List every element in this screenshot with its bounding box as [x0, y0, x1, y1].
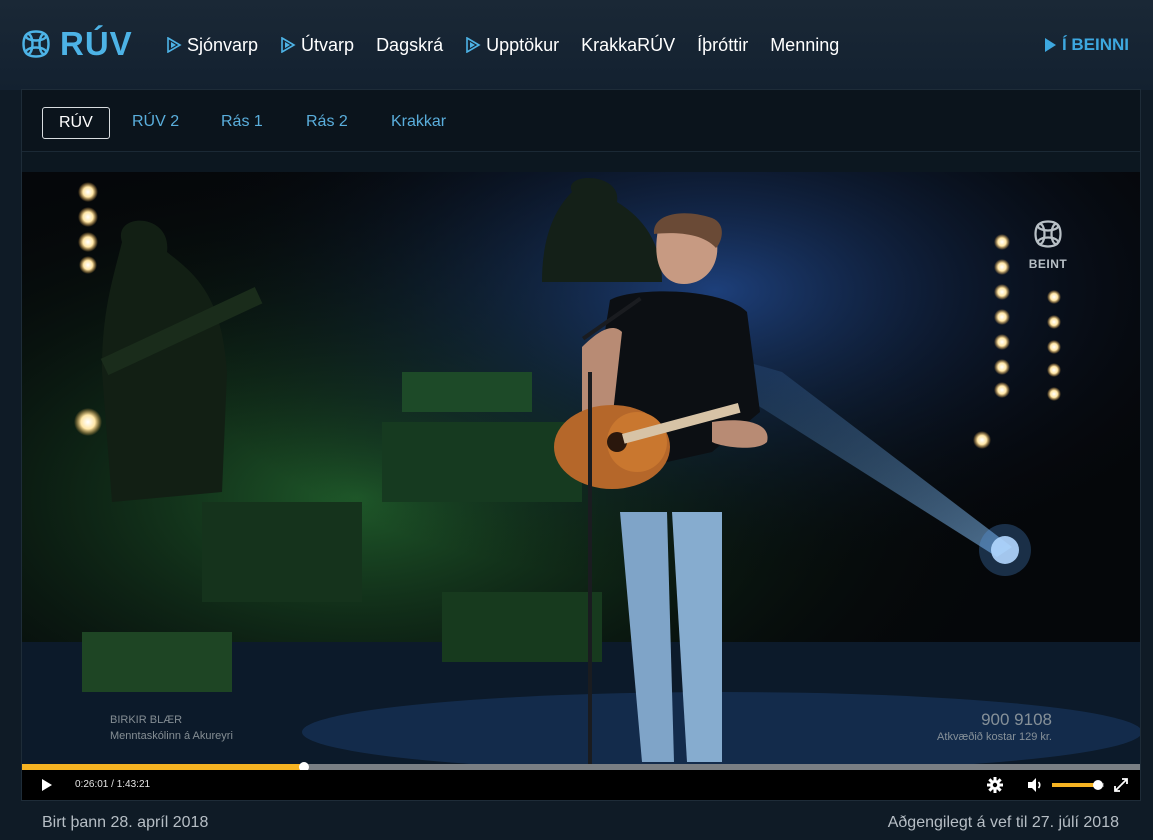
tab-krakkar[interactable]: Krakkar — [375, 107, 462, 139]
ruv-logo[interactable]: RÚV — [20, 25, 133, 62]
live-label: Í BEINNI — [1061, 35, 1129, 54]
play-icon — [167, 37, 182, 53]
volume-handle[interactable] — [1092, 780, 1103, 790]
ruv-bug-icon — [1034, 220, 1062, 248]
video-player[interactable]: BEINT BIRKIR BLÆR Menntaskólinn á Akurey… — [22, 172, 1140, 800]
current-time: 0:26:01 — [75, 779, 109, 790]
main-nav: Sjónvarp Útvarp Dagskrá Upptökur KrakkaR… — [166, 30, 861, 60]
tab-ras-2[interactable]: Rás 2 — [290, 107, 364, 139]
logo-text: RÚV — [60, 25, 133, 62]
video-frame — [22, 172, 1140, 764]
nav-label: Sjónvarp — [187, 34, 259, 55]
volume-slider[interactable] — [1052, 780, 1104, 790]
available-until: Aðgengilegt á vef til 27. júlí 2018 — [887, 814, 1119, 831]
channel-tabs: RÚV RÚV 2 Rás 1 Rás 2 Krakkar — [22, 90, 1140, 152]
tab-ruv-2[interactable]: RÚV 2 — [116, 107, 195, 139]
performer-school: Menntaskólinn á Akureyri — [110, 730, 233, 742]
nav-item-ithrottir[interactable]: Íþróttir — [697, 35, 748, 56]
time-display: 0:26:01 / 1:43:21 — [75, 779, 150, 790]
time-separator: / — [108, 779, 117, 790]
live-bug-text: BEINT — [1028, 257, 1068, 271]
volume-fill — [1052, 783, 1098, 787]
nav-label: Upptökur — [486, 34, 560, 55]
tab-ras-1[interactable]: Rás 1 — [205, 107, 279, 139]
duration: 1:43:21 — [116, 779, 151, 790]
volume-icon[interactable] — [1025, 775, 1045, 795]
nav-item-utvarp[interactable]: Útvarp — [280, 35, 354, 56]
player-controls: 0:26:01 / 1:43:21 — [22, 770, 1140, 800]
vote-cost: Atkvæðið kostar 129 kr. — [937, 731, 1052, 743]
nav-label: KrakkaRÚV — [581, 34, 676, 55]
nav-item-upptokur[interactable]: Upptökur — [465, 35, 559, 56]
nav-label: Menning — [770, 34, 840, 55]
tab-ruv[interactable]: RÚV — [42, 107, 110, 139]
published-date: Birt þann 28. apríl 2018 — [42, 814, 209, 831]
nav-item-krakkaruv[interactable]: KrakkaRÚV — [581, 35, 675, 56]
live-link[interactable]: Í BEINNI — [1044, 35, 1129, 55]
performer-caption: BIRKIR BLÆR Menntaskólinn á Akureyri — [110, 712, 233, 744]
play-icon — [281, 37, 296, 53]
nav-label: Íþróttir — [697, 34, 749, 55]
play-icon — [466, 37, 481, 53]
live-channel-bug: BEINT — [1028, 218, 1068, 271]
fullscreen-icon[interactable] — [1111, 775, 1131, 795]
vote-number: 900 9108 — [981, 710, 1052, 729]
vote-caption: 900 9108 Atkvæðið kostar 129 kr. — [937, 710, 1052, 744]
play-icon[interactable] — [36, 775, 56, 795]
top-navigation-bar: RÚV Sjónvarp Útvarp Dagskrá Upptökur Kra… — [0, 0, 1153, 90]
nav-item-sjonvarp[interactable]: Sjónvarp — [166, 35, 258, 56]
nav-item-menning[interactable]: Menning — [770, 35, 839, 56]
ruv-logo-icon — [22, 30, 50, 58]
nav-label: Útvarp — [301, 34, 355, 55]
nav-item-dagskra[interactable]: Dagskrá — [376, 35, 443, 56]
nav-label: Dagskrá — [376, 34, 444, 55]
gear-icon[interactable] — [985, 775, 1005, 795]
performer-name: BIRKIR BLÆR — [110, 714, 183, 726]
live-play-icon — [1044, 38, 1056, 52]
live-player-panel: RÚV RÚV 2 Rás 1 Rás 2 Krakkar BEINT BIRK… — [21, 89, 1141, 801]
